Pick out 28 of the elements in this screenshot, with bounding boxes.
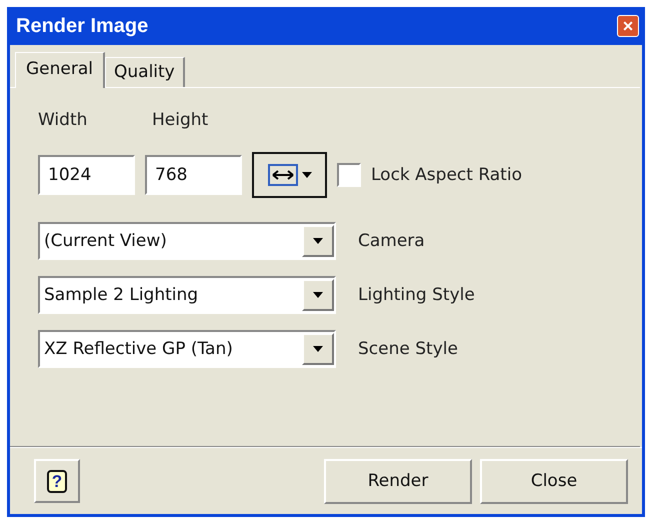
dropdown-arrow-icon bbox=[313, 238, 323, 244]
dropdown-label: Scene Style bbox=[358, 339, 458, 359]
dropdown-button[interactable] bbox=[302, 225, 334, 257]
lock-aspect-label: Lock Aspect Ratio bbox=[371, 165, 522, 185]
close-dialog-button[interactable]: Close bbox=[480, 458, 628, 504]
width-label: Width bbox=[38, 110, 88, 130]
height-field[interactable]: 768 bbox=[145, 155, 242, 195]
dropdown-button[interactable] bbox=[302, 333, 334, 365]
horizontal-arrows-icon bbox=[268, 164, 298, 186]
help-button[interactable]: ? bbox=[34, 459, 80, 503]
dropdown-arrow-icon bbox=[313, 292, 323, 298]
dropdown-button[interactable] bbox=[302, 279, 334, 311]
tab[interactable]: Quality bbox=[105, 57, 185, 87]
dropdown-label: Lighting Style bbox=[358, 285, 475, 305]
tab[interactable]: General bbox=[15, 52, 105, 88]
lock-aspect-checkbox[interactable] bbox=[337, 163, 361, 187]
dropdown-arrow-icon bbox=[302, 172, 312, 178]
render-button[interactable]: Render bbox=[324, 458, 472, 504]
close-button[interactable]: × bbox=[617, 15, 639, 37]
height-label: Height bbox=[152, 110, 208, 130]
width-field[interactable]: 1024 bbox=[38, 155, 135, 195]
link-dropdown-button[interactable] bbox=[252, 152, 327, 198]
dropdown-field[interactable]: XZ Reflective GP (Tan) bbox=[38, 330, 336, 368]
dropdown-field[interactable]: Sample 2 Lighting bbox=[38, 276, 336, 314]
window-title: Render Image bbox=[16, 14, 148, 38]
dropdown-field[interactable]: (Current View) bbox=[38, 222, 336, 260]
dropdown-arrow-icon bbox=[313, 346, 323, 352]
dropdown-label: Camera bbox=[358, 231, 425, 251]
